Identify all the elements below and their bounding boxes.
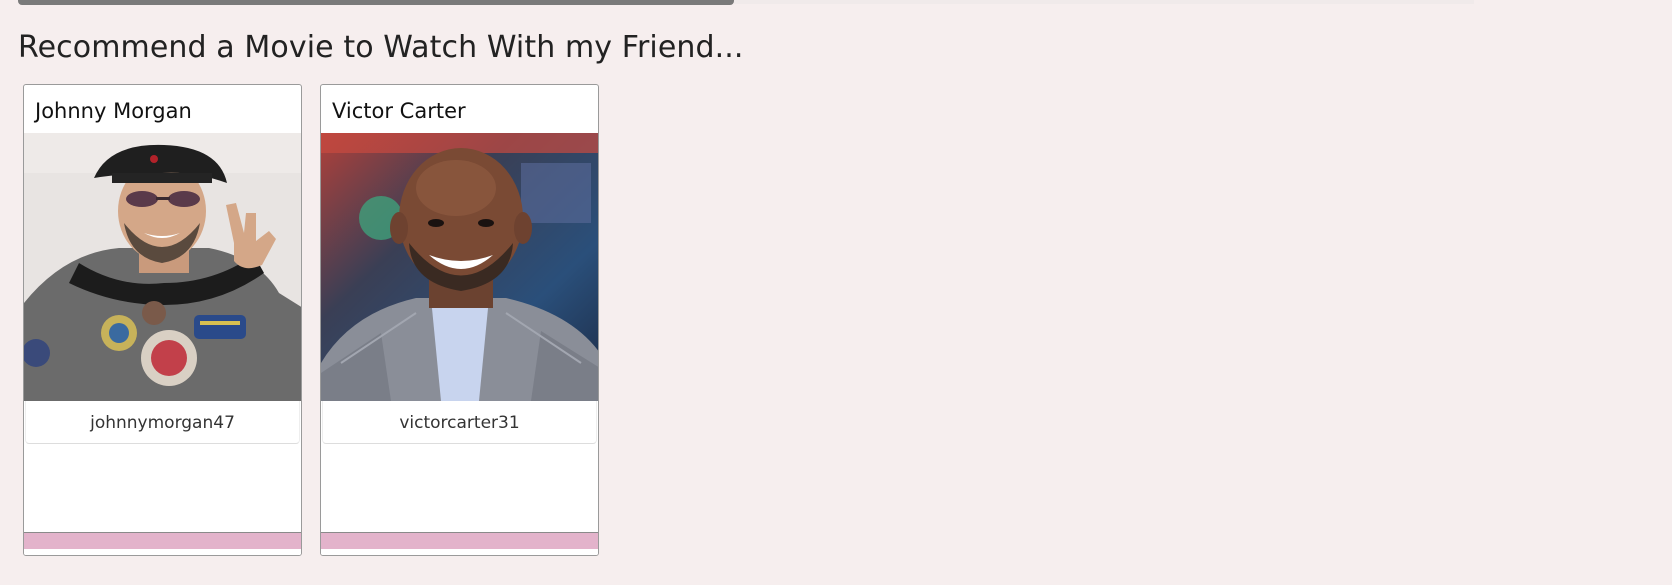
friend-name: Johnny Morgan bbox=[35, 99, 192, 123]
friend-card-footer bbox=[24, 532, 301, 549]
friend-photo-image bbox=[321, 133, 598, 401]
friend-card-bottom bbox=[24, 549, 301, 555]
friend-photo-image bbox=[24, 133, 301, 401]
page-title: Recommend a Movie to Watch With my Frien… bbox=[18, 30, 744, 65]
friend-card[interactable]: Johnny Morgan johnnymorgan47 bbox=[23, 84, 302, 556]
friend-card-footer bbox=[321, 532, 598, 549]
friend-username: victorcarter31 bbox=[322, 401, 597, 444]
friends-list: Johnny Morgan johnnymorgan47 Victor Cart… bbox=[23, 84, 599, 556]
friend-card-bottom bbox=[321, 549, 598, 555]
friend-photo bbox=[321, 133, 598, 401]
top-scrollbar-track bbox=[734, 0, 1474, 4]
friend-photo bbox=[24, 133, 301, 401]
friend-card[interactable]: Victor Carter victorcarter31 bbox=[320, 84, 599, 556]
friend-username: johnnymorgan47 bbox=[25, 401, 300, 444]
top-scrollbar-thumb[interactable] bbox=[18, 0, 734, 5]
friend-name: Victor Carter bbox=[332, 99, 466, 123]
